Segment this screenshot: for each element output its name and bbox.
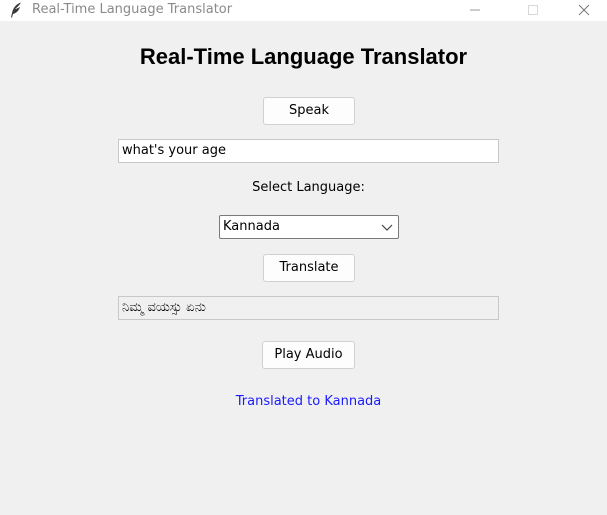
page-title: Real-Time Language Translator [139,44,468,69]
maximize-icon [528,5,538,15]
feather-icon [10,2,22,18]
speak-button[interactable]: Speak [263,97,355,125]
close-button[interactable] [561,0,607,21]
window-title: Real-Time Language Translator [32,2,233,17]
close-icon [578,4,590,16]
title-bar[interactable]: Real-Time Language Translator [0,0,607,21]
translate-button[interactable]: Translate [263,254,355,282]
language-select-value: Kannada [223,219,280,234]
chevron-down-icon[interactable] [381,222,393,237]
source-text-input[interactable]: what's your age [118,139,499,163]
language-select[interactable]: Kannada [219,215,399,239]
minimize-button[interactable] [452,0,498,21]
translated-text-output[interactable]: ನಿಮ್ಮ ವಯಸ್ಸು ಏನು [118,296,499,320]
minimize-icon [470,9,480,11]
app-window: Real-Time Language Translator Real-Time … [0,0,607,515]
status-message: Translated to Kannada [235,394,382,409]
play-audio-button[interactable]: Play Audio [262,341,355,369]
select-language-label: Select Language: [252,180,365,195]
maximize-button[interactable] [510,0,556,21]
